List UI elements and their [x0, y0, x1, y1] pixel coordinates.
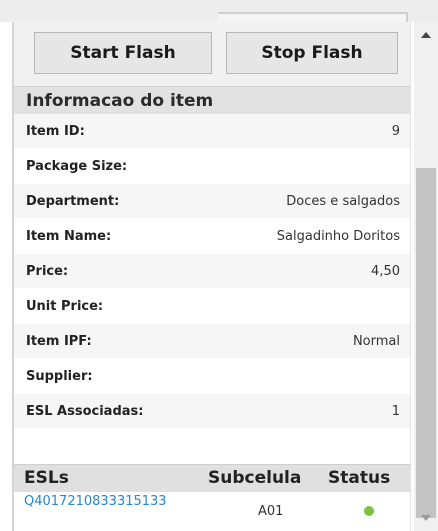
- table-row[interactable]: Q4017210833315133 A01: [14, 492, 410, 531]
- flash-button-bar: Start Flash Stop Flash: [14, 22, 410, 86]
- field-label: Price:: [26, 263, 69, 279]
- item-info-panel: Start Flash Stop Flash Informacao do ite…: [12, 22, 411, 531]
- chevron-up-icon[interactable]: [421, 32, 431, 38]
- field-value: Normal: [352, 333, 400, 349]
- field-value: 9: [391, 123, 400, 139]
- stop-flash-button[interactable]: Stop Flash: [226, 32, 398, 74]
- field-value: 4,50: [371, 263, 400, 279]
- field-value: Doces e salgados: [286, 193, 400, 209]
- field-price: Price: 4,50: [14, 254, 410, 289]
- field-label: Item Name:: [26, 228, 112, 244]
- item-fields: Item ID: 9 Package Size: Department: Doc…: [14, 114, 410, 429]
- column-header-esls[interactable]: ESLs: [24, 468, 69, 488]
- scroll-thumb[interactable]: [416, 168, 436, 518]
- field-esl-associadas: ESL Associadas: 1: [14, 394, 410, 429]
- field-label: Package Size:: [26, 158, 128, 174]
- field-label: ESL Associadas:: [26, 403, 144, 419]
- field-label: Department:: [26, 193, 120, 209]
- vertical-scrollbar[interactable]: [414, 22, 438, 531]
- subcelula-value: A01: [258, 504, 284, 519]
- field-package-size: Package Size:: [14, 149, 410, 184]
- field-value: Salgadinho Doritos: [276, 228, 400, 244]
- field-label: Supplier:: [26, 368, 93, 384]
- field-label: Unit Price:: [26, 298, 104, 314]
- field-item-name: Item Name: Salgadinho Doritos: [14, 219, 410, 254]
- field-label: Item IPF:: [26, 333, 92, 349]
- start-flash-button[interactable]: Start Flash: [34, 32, 212, 74]
- esl-link[interactable]: Q4017210833315133: [24, 494, 184, 510]
- status-dot-icon: [364, 506, 374, 516]
- column-header-status[interactable]: Status: [328, 468, 390, 488]
- field-label: Item ID:: [26, 123, 85, 139]
- field-item-ipf: Item IPF: Normal: [14, 324, 410, 359]
- esl-table-header: ESLs Subcelula Status: [14, 464, 410, 493]
- section-title: Informacao do item: [14, 86, 410, 114]
- chevron-down-icon[interactable]: [421, 515, 431, 521]
- column-header-subcelula[interactable]: Subcelula: [208, 468, 301, 488]
- field-item-id: Item ID: 9: [14, 114, 410, 149]
- field-unit-price: Unit Price:: [14, 289, 410, 324]
- field-supplier: Supplier:: [14, 359, 410, 394]
- field-value: 1: [391, 403, 400, 419]
- field-department: Department: Doces e salgados: [14, 184, 410, 219]
